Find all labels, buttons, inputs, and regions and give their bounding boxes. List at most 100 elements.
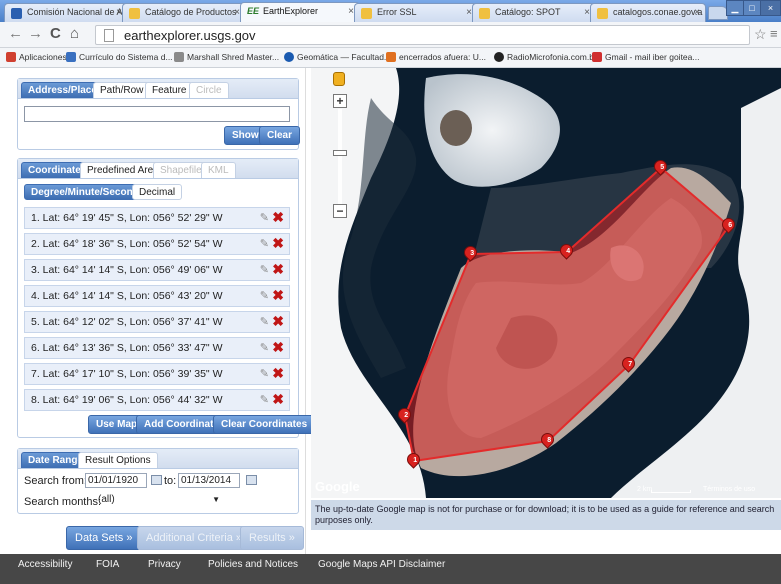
footer-link-accessibility[interactable]: Accessibility — [18, 559, 72, 570]
footer-link-google-maps-disclaimer[interactable]: Google Maps API Disclaimer — [318, 559, 445, 570]
footer-link-privacy[interactable]: Privacy — [148, 559, 181, 570]
bookmark-marshall[interactable]: Marshall Shred Master... — [174, 52, 279, 62]
months-select[interactable]: (all) ▼ — [96, 493, 224, 508]
reload-icon[interactable]: C — [50, 26, 61, 42]
bookmark-gmail[interactable]: Gmail - mail iber goitea... — [592, 52, 699, 62]
terms-link[interactable]: Términos de uso — [703, 486, 755, 493]
bookmarks-bar: Aplicaciones Currículo do Sistema d... M… — [0, 48, 781, 68]
coordinate-text: 2. Lat: 64° 18' 36" S, Lon: 056° 52' 54"… — [31, 238, 223, 250]
coordinate-text: 3. Lat: 64° 14' 14" S, Lon: 056° 49' 06"… — [31, 264, 223, 276]
delete-icon[interactable]: ✖ — [272, 391, 284, 408]
tab-circle[interactable]: Circle — [189, 82, 229, 98]
results-button[interactable]: Results » — [240, 526, 304, 550]
clear-coordinates-button[interactable]: Clear Coordinates — [213, 415, 316, 434]
coordinate-row: 5. Lat: 64° 12' 02" S, Lon: 056° 37' 41"… — [24, 311, 290, 333]
pegman-icon[interactable] — [333, 72, 345, 86]
coordinate-text: 5. Lat: 64° 12' 02" S, Lon: 056° 37' 41"… — [31, 316, 223, 328]
bookmark-aplicaciones[interactable]: Aplicaciones — [6, 52, 67, 62]
to-label: to: — [164, 475, 177, 487]
tab-error-ssl[interactable]: Error SSL × — [354, 3, 478, 22]
edit-icon[interactable]: ✎ — [260, 211, 269, 224]
page-icon — [129, 8, 140, 19]
edit-icon[interactable]: ✎ — [260, 393, 269, 406]
coordinate-text: 6. Lat: 64° 13' 36" S, Lon: 056° 33' 47"… — [31, 342, 223, 354]
zoom-in-button[interactable]: + — [333, 94, 347, 108]
tab-catalogo-productos[interactable]: Catálogo de Productos × — [122, 3, 246, 22]
tab-catalogo-spot[interactable]: Catálogo: SPOT × — [472, 3, 596, 22]
delete-icon[interactable]: ✖ — [272, 235, 284, 252]
tab-address-place[interactable]: Address/Place — [21, 82, 104, 98]
marker-label: 5 — [659, 164, 664, 172]
search-from-label: Search from: — [24, 475, 87, 487]
forward-arrow-icon[interactable]: → — [28, 26, 43, 42]
area-type-tabs: Coordinates Predefined Area Shapefile KM… — [18, 159, 298, 179]
edit-icon[interactable]: ✎ — [260, 289, 269, 302]
bookmark-favicon-icon — [284, 52, 294, 62]
browser-window: Comisión Nacional de A × Catálogo de Pro… — [0, 0, 781, 584]
delete-icon[interactable]: ✖ — [272, 313, 284, 330]
window-close-icon[interactable]: × — [760, 0, 781, 16]
footer-link-policies[interactable]: Policies and Notices — [208, 559, 298, 570]
star-icon[interactable]: ☆ — [754, 26, 767, 42]
bookmark-curriculo[interactable]: Currículo do Sistema d... — [66, 52, 173, 62]
tab-path-row[interactable]: Path/Row — [93, 82, 151, 98]
browser-toolbar: ← → C ⌂ earthexplorer.usgs.gov ☆ ≡ — [0, 22, 781, 48]
footer-link-foia[interactable]: FOIA — [96, 559, 119, 570]
edit-icon[interactable]: ✎ — [260, 237, 269, 250]
delete-icon[interactable]: ✖ — [272, 365, 284, 382]
google-map[interactable]: + − 1 2 3 4 5 6 7 8 Google 2 km Términos… — [311, 68, 781, 498]
coordinate-text: 8. Lat: 64° 19' 06" S, Lon: 056° 44' 32"… — [31, 394, 223, 406]
data-sets-button[interactable]: Data Sets » — [66, 526, 142, 550]
bookmark-encerrados[interactable]: encerrados afuera: U... — [386, 52, 486, 62]
tab-title: Catálogo: SPOT — [495, 7, 561, 17]
coordinate-row: 8. Lat: 64° 19' 06" S, Lon: 056° 44' 32"… — [24, 389, 290, 411]
bookmark-label: Aplicaciones — [19, 52, 67, 62]
address-place-box: Address/Place Path/Row Feature Circle Sh… — [17, 78, 301, 150]
coordinate-row: 3. Lat: 64° 14' 14" S, Lon: 056° 49' 06"… — [24, 259, 290, 281]
edit-icon[interactable]: ✎ — [260, 341, 269, 354]
bookmark-label: Geomática — Facultad... — [297, 52, 392, 62]
tab-decimal[interactable]: Decimal — [132, 184, 183, 200]
calendar-icon[interactable] — [151, 475, 162, 485]
additional-criteria-button[interactable]: Additional Criteria » — [137, 526, 251, 550]
menu-icon[interactable]: ≡ — [770, 26, 778, 42]
date-to-input[interactable] — [178, 473, 240, 488]
close-icon[interactable]: × — [694, 7, 700, 18]
home-icon[interactable]: ⌂ — [70, 26, 79, 42]
scale-bar — [651, 490, 691, 493]
minimize-icon[interactable]: ▁ — [726, 0, 744, 16]
clear-button[interactable]: Clear — [259, 126, 301, 145]
bookmark-geomatica[interactable]: Geomática — Facultad... — [284, 52, 391, 62]
zoom-slider-handle[interactable] — [333, 150, 347, 156]
edit-icon[interactable]: ✎ — [260, 263, 269, 276]
tab-title: Catálogo de Productos — [145, 7, 237, 17]
tab-feature[interactable]: Feature — [145, 82, 194, 98]
bookmark-favicon-icon — [174, 52, 184, 62]
maximize-icon[interactable]: □ — [743, 0, 761, 16]
tab-result-options[interactable]: Result Options — [78, 452, 158, 468]
tab-catalogos-conae[interactable]: catalogos.conae.gov.a × — [590, 3, 706, 22]
tab-degree-minute-second[interactable]: Degree/Minute/Second — [24, 184, 146, 200]
new-tab-button[interactable] — [708, 6, 728, 20]
address-input[interactable] — [24, 106, 290, 122]
delete-icon[interactable]: ✖ — [272, 209, 284, 226]
delete-icon[interactable]: ✖ — [272, 339, 284, 356]
calendar-icon[interactable] — [246, 475, 257, 485]
bookmark-radiomicrofonia[interactable]: RadioMicrofonia.com.br — [494, 52, 597, 62]
bookmark-label: Marshall Shred Master... — [187, 52, 280, 62]
tab-kml[interactable]: KML — [201, 162, 236, 178]
tab-comision[interactable]: Comisión Nacional de A × — [4, 3, 128, 22]
delete-icon[interactable]: ✖ — [272, 261, 284, 278]
address-bar[interactable]: earthexplorer.usgs.gov — [95, 25, 750, 45]
edit-icon[interactable]: ✎ — [260, 315, 269, 328]
date-from-input[interactable] — [85, 473, 147, 488]
map-scale: 2 km — [637, 486, 653, 493]
tab-title: EarthExplorer — [263, 6, 319, 16]
zoom-slider-track[interactable] — [338, 109, 342, 209]
tab-title: Error SSL — [377, 7, 417, 17]
zoom-out-button[interactable]: − — [333, 204, 347, 218]
tab-earthexplorer[interactable]: EE EarthExplorer × — [240, 2, 360, 22]
back-arrow-icon[interactable]: ← — [8, 26, 23, 42]
edit-icon[interactable]: ✎ — [260, 367, 269, 380]
delete-icon[interactable]: ✖ — [272, 287, 284, 304]
